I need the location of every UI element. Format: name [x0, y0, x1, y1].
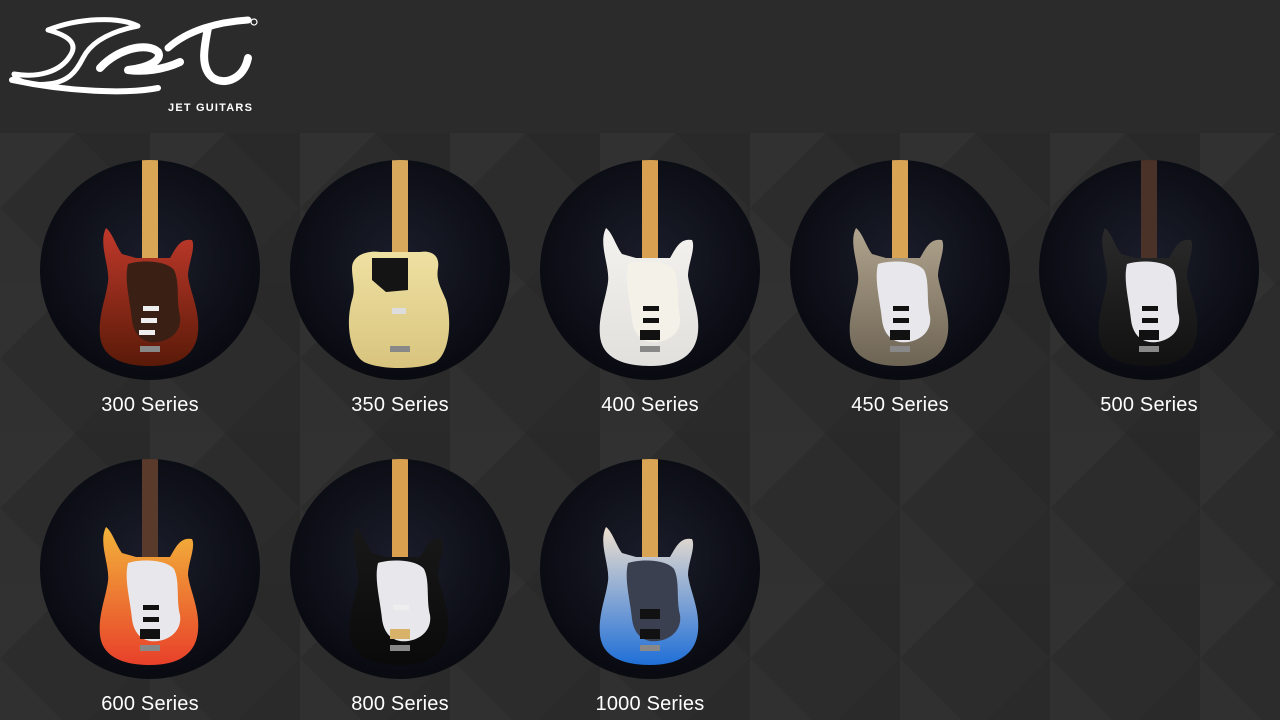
- series-label[interactable]: 400 Series: [540, 394, 760, 417]
- series-label[interactable]: 800 Series: [290, 693, 510, 716]
- guitar-thumbnail[interactable]: [290, 459, 510, 679]
- series-label[interactable]: 600 Series: [40, 693, 260, 716]
- series-label[interactable]: 1000 Series: [540, 693, 760, 716]
- guitar-thumbnail[interactable]: [540, 459, 760, 679]
- logo-subtitle: JET GUITARS: [168, 102, 254, 114]
- guitar-icon: [349, 459, 449, 665]
- guitar-thumbnail[interactable]: [1039, 160, 1259, 380]
- jet-guitars-logo[interactable]: JET GUITARS: [8, 8, 260, 114]
- guitar-thumbnail[interactable]: [790, 160, 1010, 380]
- guitar-thumbnail[interactable]: [40, 459, 260, 679]
- guitar-thumbnail[interactable]: [290, 160, 510, 380]
- guitar-thumbnail[interactable]: [40, 160, 260, 380]
- series-card[interactable]: 450 Series: [790, 160, 1010, 430]
- series-label[interactable]: 300 Series: [40, 394, 260, 417]
- guitar-thumbnail[interactable]: [540, 160, 760, 380]
- series-card[interactable]: 300 Series: [40, 160, 260, 430]
- series-card[interactable]: 800 Series: [290, 459, 510, 720]
- series-card[interactable]: 400 Series: [540, 160, 760, 430]
- series-label[interactable]: 500 Series: [1039, 394, 1259, 417]
- guitar-icon: [849, 160, 949, 366]
- series-card[interactable]: 350 Series: [290, 160, 510, 430]
- site-header: JET GUITARS: [0, 0, 1280, 133]
- series-card[interactable]: 500 Series: [1039, 160, 1259, 430]
- jet-logo-icon: [9, 16, 258, 95]
- series-card[interactable]: 1000 Series: [540, 459, 760, 720]
- guitar-icon: [1098, 160, 1198, 366]
- series-label[interactable]: 450 Series: [790, 394, 1010, 417]
- guitar-icon: [99, 160, 199, 366]
- guitar-icon: [99, 459, 199, 665]
- series-label[interactable]: 350 Series: [290, 394, 510, 417]
- guitar-icon: [599, 160, 699, 366]
- guitar-icon: [599, 459, 699, 665]
- guitar-icon: [348, 160, 450, 368]
- series-card[interactable]: 600 Series: [40, 459, 260, 720]
